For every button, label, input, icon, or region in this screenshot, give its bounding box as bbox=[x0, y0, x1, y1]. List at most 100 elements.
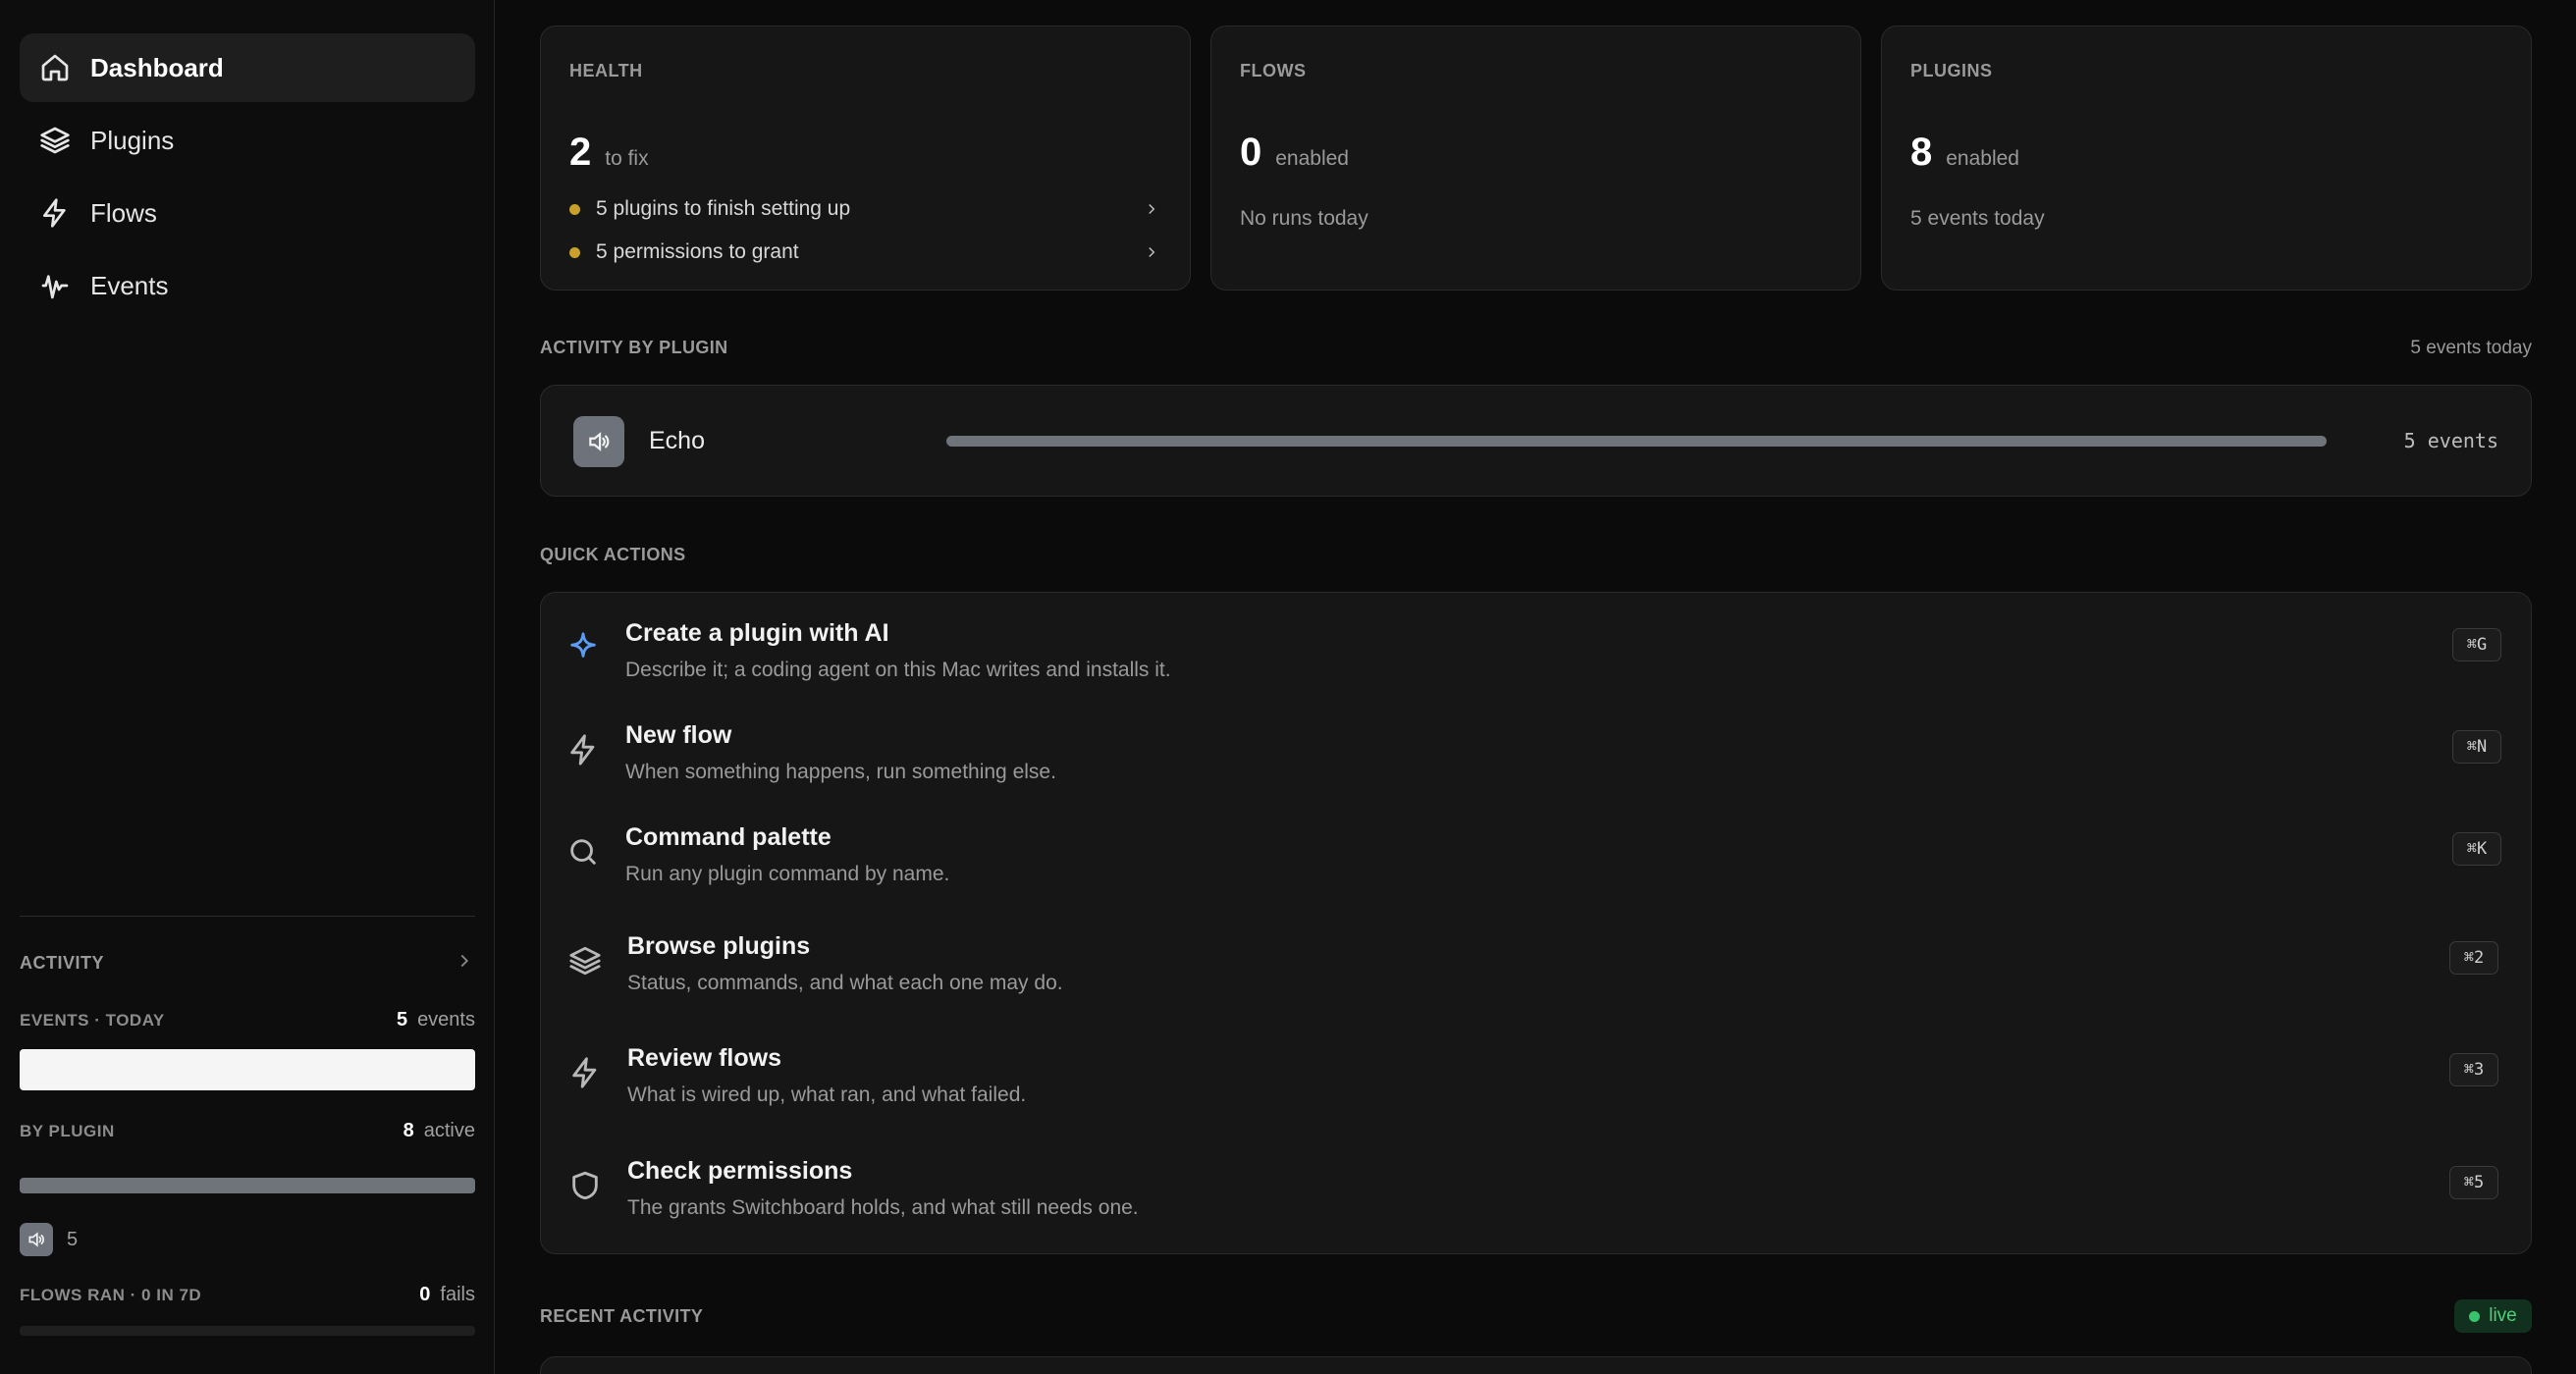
flows-fails-count: 0 bbox=[419, 1284, 431, 1305]
quick-action-review-flows[interactable]: Review flows What is wired up, what ran,… bbox=[541, 1044, 2531, 1133]
sidebar-item-flows[interactable]: Flows bbox=[20, 179, 475, 247]
flows-label: FLOWS bbox=[1240, 61, 1307, 80]
health-issue-permissions[interactable]: 5 permissions to grant bbox=[569, 240, 1160, 264]
quick-actions-title: QUICK ACTIONS bbox=[540, 545, 686, 564]
live-label: live bbox=[2489, 1305, 2517, 1326]
by-plugin-row: BY PLUGIN 8 active bbox=[20, 1120, 475, 1142]
plugin-legend-count: 5 bbox=[67, 1228, 79, 1250]
flows-sub: No runs today bbox=[1240, 207, 1368, 230]
health-count: 2 bbox=[569, 131, 592, 174]
quick-action-title: Browse plugins bbox=[627, 932, 811, 960]
by-plugin-unit: active bbox=[423, 1120, 475, 1141]
flows-count: 0 bbox=[1240, 131, 1262, 174]
by-plugin-bar bbox=[20, 1178, 475, 1193]
health-issue-plugins[interactable]: 5 plugins to finish setting up bbox=[569, 197, 1160, 221]
plugin-activity-track bbox=[946, 436, 2327, 447]
quick-action-desc: Status, commands, and what each one may … bbox=[627, 972, 1063, 994]
plugins-value: 8 enabled bbox=[1910, 132, 2019, 172]
bolt-icon bbox=[37, 195, 73, 231]
plugin-activity-row[interactable]: Echo 5 events bbox=[540, 385, 2532, 497]
plugins-card[interactable]: PLUGINS 8 enabled 5 events today bbox=[1881, 26, 2532, 291]
quick-action-desc: What is wired up, what ran, and what fai… bbox=[627, 1083, 1027, 1106]
flows-ran-bar bbox=[20, 1326, 475, 1336]
events-today-row: EVENTS · TODAY 5 events bbox=[20, 1009, 475, 1031]
quick-action-new-flow[interactable]: New flow When something happens, run som… bbox=[541, 721, 2531, 810]
flows-ran-row: FLOWS RAN · 0 IN 7D 0 fails bbox=[20, 1284, 475, 1306]
events-today-label: EVENTS · TODAY bbox=[20, 1011, 165, 1030]
activity-header[interactable]: ACTIVITY bbox=[20, 917, 475, 1009]
by-plugin-label: BY PLUGIN bbox=[20, 1122, 115, 1140]
warning-dot bbox=[569, 203, 580, 215]
health-issue-text: 5 permissions to grant bbox=[596, 240, 799, 263]
quick-action-desc: The grants Switchboard holds, and what s… bbox=[627, 1196, 1139, 1219]
plugin-name: Echo bbox=[649, 427, 705, 454]
events-today-unit: events bbox=[417, 1009, 475, 1030]
shortcut-badge: ⌘K bbox=[2452, 832, 2501, 866]
shortcut-badge: ⌘5 bbox=[2449, 1166, 2498, 1199]
search-icon bbox=[566, 835, 602, 871]
quick-action-desc: Describe it; a coding agent on this Mac … bbox=[625, 659, 1171, 681]
chevron-right-icon bbox=[454, 950, 475, 977]
health-issue-text: 5 plugins to finish setting up bbox=[596, 197, 851, 220]
quick-action-title: New flow bbox=[625, 721, 732, 749]
flows-card[interactable]: FLOWS 0 enabled No runs today bbox=[1210, 26, 1861, 291]
chevron-right-icon bbox=[1149, 246, 1155, 258]
plugin-activity-fill bbox=[946, 436, 2327, 447]
flows-value: 0 enabled bbox=[1240, 132, 1349, 172]
layers-icon bbox=[37, 123, 73, 158]
shortcut-badge: ⌘2 bbox=[2449, 941, 2498, 975]
quick-action-check-permissions[interactable]: Check permissions The grants Switchboard… bbox=[541, 1157, 2531, 1245]
bolt-icon bbox=[568, 1056, 604, 1091]
sidebar-item-label: Events bbox=[90, 270, 169, 300]
sidebar-item-events[interactable]: Events bbox=[20, 251, 475, 320]
sidebar-item-label: Plugins bbox=[90, 125, 175, 155]
shortcut-badge: ⌘G bbox=[2452, 628, 2501, 661]
plugins-sub: 5 events today bbox=[1910, 207, 2045, 230]
quick-action-title: Create a plugin with AI bbox=[625, 619, 889, 647]
health-value: 2 to fix bbox=[569, 132, 649, 172]
sidebar-item-label: Dashboard bbox=[90, 52, 224, 82]
recent-activity-card bbox=[540, 1356, 2532, 1374]
flows-unit: enabled bbox=[1275, 147, 1349, 170]
live-dot bbox=[2469, 1310, 2481, 1322]
layers-icon bbox=[568, 944, 604, 979]
events-today-bar bbox=[20, 1049, 475, 1090]
plugins-label: PLUGINS bbox=[1910, 61, 1993, 80]
chevron-right-icon bbox=[1149, 203, 1155, 215]
flows-fails-unit: fails bbox=[440, 1284, 475, 1305]
bolt-icon bbox=[566, 733, 602, 768]
sidebar-item-label: Flows bbox=[90, 197, 157, 228]
warning-dot bbox=[569, 246, 580, 258]
sidebar: Dashboard Plugins Flows Events ACTIVITY bbox=[0, 0, 495, 1374]
plugins-count: 8 bbox=[1910, 131, 1933, 174]
quick-action-desc: Run any plugin command by name. bbox=[625, 863, 950, 885]
live-badge: live bbox=[2454, 1299, 2532, 1333]
quick-action-title: Review flows bbox=[627, 1044, 781, 1072]
speaker-icon bbox=[20, 1223, 53, 1256]
flows-ran-label: FLOWS RAN · 0 IN 7D bbox=[20, 1286, 202, 1304]
shield-icon bbox=[568, 1169, 604, 1204]
health-card: HEALTH 2 to fix 5 plugins to finish sett… bbox=[540, 26, 1191, 291]
plugins-unit: enabled bbox=[1946, 147, 2019, 170]
sparkle-icon bbox=[566, 631, 602, 666]
activity-by-plugin-summary: 5 events today bbox=[2410, 338, 2532, 358]
quick-action-command-palette[interactable]: Command palette Run any plugin command b… bbox=[541, 823, 2531, 912]
waveform-icon bbox=[37, 268, 73, 303]
activity-by-plugin-title: ACTIVITY BY PLUGIN bbox=[540, 338, 728, 357]
quick-action-title: Command palette bbox=[625, 823, 832, 851]
sidebar-activity: ACTIVITY EVENTS · TODAY 5 events BY PLUGI… bbox=[20, 916, 475, 1336]
plugin-legend-item: 5 bbox=[20, 1223, 475, 1256]
home-icon bbox=[37, 50, 73, 85]
sidebar-item-plugins[interactable]: Plugins bbox=[20, 106, 475, 175]
speaker-icon bbox=[573, 416, 624, 467]
quick-action-desc: When something happens, run something el… bbox=[625, 761, 1056, 783]
quick-action-create-plugin[interactable]: Create a plugin with AI Describe it; a c… bbox=[541, 619, 2531, 708]
health-unit: to fix bbox=[605, 147, 649, 170]
events-today-count: 5 bbox=[396, 1009, 408, 1030]
quick-action-browse-plugins[interactable]: Browse plugins Status, commands, and wha… bbox=[541, 932, 2531, 1021]
sidebar-item-dashboard[interactable]: Dashboard bbox=[20, 33, 475, 102]
recent-activity-title: RECENT ACTIVITY bbox=[540, 1306, 704, 1326]
quick-actions-card: Create a plugin with AI Describe it; a c… bbox=[540, 592, 2532, 1254]
activity-title: ACTIVITY bbox=[20, 952, 105, 973]
shortcut-badge: ⌘3 bbox=[2449, 1053, 2498, 1086]
